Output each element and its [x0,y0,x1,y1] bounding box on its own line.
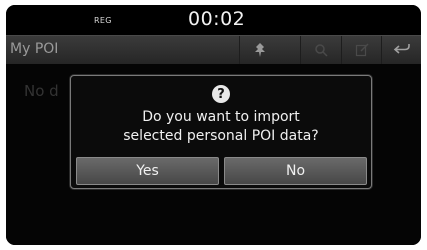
dialog-message: Do you want to import selected personal … [71,108,371,146]
empty-list-text: No d [24,82,59,100]
back-icon [393,44,410,54]
edit-button[interactable] [341,36,382,64]
import-confirm-dialog: ? Do you want to import selected persona… [70,75,372,189]
pin-icon [255,43,265,57]
no-button[interactable]: No [224,157,367,185]
search-button[interactable] [300,36,341,64]
edit-icon [355,43,369,57]
yes-button[interactable]: Yes [76,157,219,185]
page-title: My POI [10,41,59,57]
question-icon: ? [212,85,230,103]
pin-button[interactable] [239,36,280,64]
head-unit-screen: REG 00:02 My POI No d ? Do you want to i… [6,5,421,245]
clock: 00:02 [188,8,246,30]
title-bar: My POI [6,35,421,65]
search-icon [315,44,328,57]
dialog-message-line1: Do you want to import [142,109,300,125]
status-bar: REG 00:02 [6,5,421,35]
reg-indicator: REG [94,16,112,25]
back-button[interactable] [381,36,421,64]
dialog-message-line2: selected personal POI data? [123,128,319,144]
